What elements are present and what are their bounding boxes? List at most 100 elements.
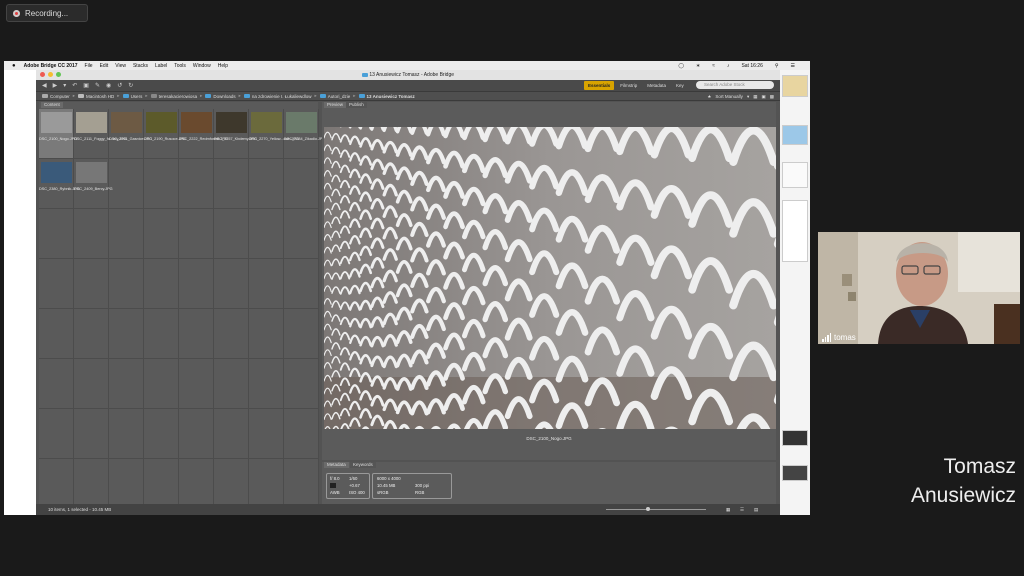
desktop-file[interactable] (782, 75, 808, 97)
thumbnail-label: DSC_2257_Kbdemy.JPG (214, 137, 257, 141)
thumbnail-item[interactable]: DSC_2380_Rybnik.JPG (39, 159, 80, 209)
colorspace-value: sRGB (377, 490, 389, 495)
desktop-file[interactable] (782, 125, 808, 145)
thumbnail-item[interactable]: DSC_2161_Gasnice.JPG (109, 109, 152, 159)
thumbnail-label: DSC_2100_Nogo.JPG (39, 137, 78, 141)
breadcrumb-item[interactable]: Autori_dzie (319, 94, 350, 99)
menu-window[interactable]: Window (193, 63, 211, 69)
spotlight-icon[interactable]: ⚲ (775, 63, 779, 69)
breadcrumb-item[interactable]: Computer (42, 94, 70, 99)
tab-publish[interactable]: Publish (346, 102, 367, 108)
recording-indicator[interactable]: Recording... (6, 4, 88, 22)
rotate-left-icon[interactable]: ↺ (117, 82, 122, 89)
clock[interactable]: Sat 16:26 (741, 63, 762, 69)
menu-view[interactable]: View (115, 63, 126, 69)
desktop-file[interactable] (782, 465, 808, 481)
empty-grid-cell (284, 409, 319, 459)
breadcrumb-item[interactable]: Users (122, 94, 142, 99)
details-view-icon[interactable]: ▤ (754, 504, 758, 515)
rotate-right-icon[interactable]: ↻ (128, 82, 133, 89)
tab-content[interactable]: Content (41, 102, 63, 108)
home-folder-icon (150, 94, 157, 98)
breadcrumb-item[interactable]: teresakacierowiosa (150, 94, 197, 99)
window-titlebar[interactable]: 13 Anusiewicz Tomasz - Adobe Bridge (36, 70, 780, 80)
workspace-filmstrip[interactable]: Filmstrip (616, 81, 641, 90)
thumbnail-item[interactable]: DSC_2284_Zikadio.JPG (284, 109, 326, 159)
thumbnail-item[interactable]: DSC_2111_Foggy_fo...ery.JPG (74, 109, 127, 159)
menu-label[interactable]: Label (155, 63, 167, 69)
zoom-slider[interactable] (606, 509, 706, 510)
thumbnail-item[interactable]: DSC_2190_Rusoce.JPG (144, 109, 186, 159)
tab-metadata[interactable]: Metadata (324, 462, 349, 468)
folder-icon (358, 94, 365, 98)
star-filter-icon[interactable]: ★ (707, 94, 711, 100)
thumbnail-item[interactable]: DSC_2270_Yellow...own.JPG (249, 109, 299, 159)
zoom-window-button[interactable] (56, 72, 61, 77)
grid-view-icon[interactable]: ▦ (726, 504, 730, 515)
desktop-file[interactable] (782, 200, 808, 262)
open-in-camera-raw-icon[interactable]: ◉ (106, 82, 111, 89)
thumbnail-label: DSC_2284_Zikadio.JPG (284, 137, 326, 141)
open-recent-icon[interactable]: ▦ (753, 94, 757, 100)
preview-image[interactable] (324, 127, 776, 429)
menu-file[interactable]: File (85, 63, 93, 69)
get-photos-icon[interactable]: ▣ (83, 82, 89, 89)
history-icon[interactable]: ▾ (63, 82, 66, 89)
zoom-slider-handle[interactable] (646, 507, 650, 511)
empty-grid-cell (39, 309, 74, 359)
metering-icon (330, 483, 336, 488)
tab-keywords[interactable]: Keywords (350, 462, 376, 468)
stock-search-input[interactable]: Search Adobe Stock (696, 81, 774, 89)
new-folder-icon[interactable]: ▣ (761, 94, 765, 100)
workspace-essentials[interactable]: Essentials (584, 81, 615, 90)
participant-video[interactable]: tomas (818, 232, 1020, 344)
minimize-window-button[interactable] (48, 72, 53, 77)
record-icon (13, 9, 20, 17)
preview-caption: DSC_2100_Nogo.JPG (526, 436, 572, 441)
notification-icon[interactable]: ☰ (791, 63, 795, 69)
app-menu[interactable]: Adobe Bridge CC 2017 (24, 63, 78, 69)
empty-grid-cell (249, 309, 284, 359)
menu-help[interactable]: Help (218, 63, 228, 69)
close-window-button[interactable] (40, 72, 45, 77)
thumbnail-item[interactable]: DSC_2257_Kbdemy.JPG (214, 109, 257, 159)
volume-icon[interactable]: ♪ (727, 63, 730, 69)
boomerang-icon[interactable]: ↶ (72, 82, 77, 89)
thumbnail-item[interactable]: DSC_2409_Bercy.JPG (74, 159, 113, 209)
list-view-icon[interactable]: ☰ (740, 504, 744, 515)
tab-preview[interactable]: Preview (324, 102, 347, 108)
shared-screen: ● Adobe Bridge CC 2017 File Edit View St… (4, 61, 810, 515)
menu-stacks[interactable]: Stacks (133, 63, 148, 69)
desktop-file[interactable] (782, 162, 808, 188)
refine-icon[interactable]: ✎ (95, 82, 100, 89)
time-machine-icon[interactable]: ◯ (678, 63, 684, 69)
apple-icon[interactable]: ● (12, 63, 16, 69)
wifi-icon[interactable]: ≈ (712, 63, 715, 69)
empty-grid-cell (109, 359, 144, 409)
breadcrumb-item[interactable]: Macintosh HD (78, 94, 114, 99)
signal-icon (822, 333, 831, 342)
bridge-window: 13 Anusiewicz Tomasz - Adobe Bridge ◀ ▶ … (36, 70, 780, 515)
empty-grid-cell (179, 259, 214, 309)
menu-edit[interactable]: Edit (100, 63, 109, 69)
breadcrumb-item[interactable]: na zdrowienie I. Łukaliewdlow (243, 94, 311, 99)
breadcrumb-item[interactable]: Downloads (205, 94, 236, 99)
thumbnail-item[interactable]: DSC_2100_Nogo.JPG (39, 109, 78, 159)
empty-grid-cell (249, 259, 284, 309)
forward-icon[interactable]: ▶ (53, 82, 58, 89)
participant-image (818, 232, 1020, 344)
desktop-file[interactable] (782, 430, 808, 446)
empty-grid-cell (284, 259, 319, 309)
thumbnail-item[interactable]: DSC_2222_Redmforest.JPG (179, 109, 228, 159)
chevron-down-icon[interactable]: ▾ (747, 94, 749, 100)
bridge-toolbar: ◀ ▶ ▾ ↶ ▣ ✎ ◉ ↺ ↻ Essentials Filmstrip M… (36, 80, 780, 92)
sort-dropdown[interactable]: Sort Manually (715, 94, 743, 99)
workspace-metadata[interactable]: Metadata (643, 81, 670, 90)
workspace-key[interactable]: Key (672, 81, 688, 90)
delete-icon[interactable]: ▩ (770, 94, 774, 100)
back-icon[interactable]: ◀ (42, 82, 47, 89)
menu-tools[interactable]: Tools (174, 63, 186, 69)
bluetooth-icon[interactable]: ∗ (696, 63, 700, 69)
breadcrumb-item[interactable]: 13 Anusiewicz Tomasz (358, 94, 415, 99)
empty-grid-cell (109, 309, 144, 359)
